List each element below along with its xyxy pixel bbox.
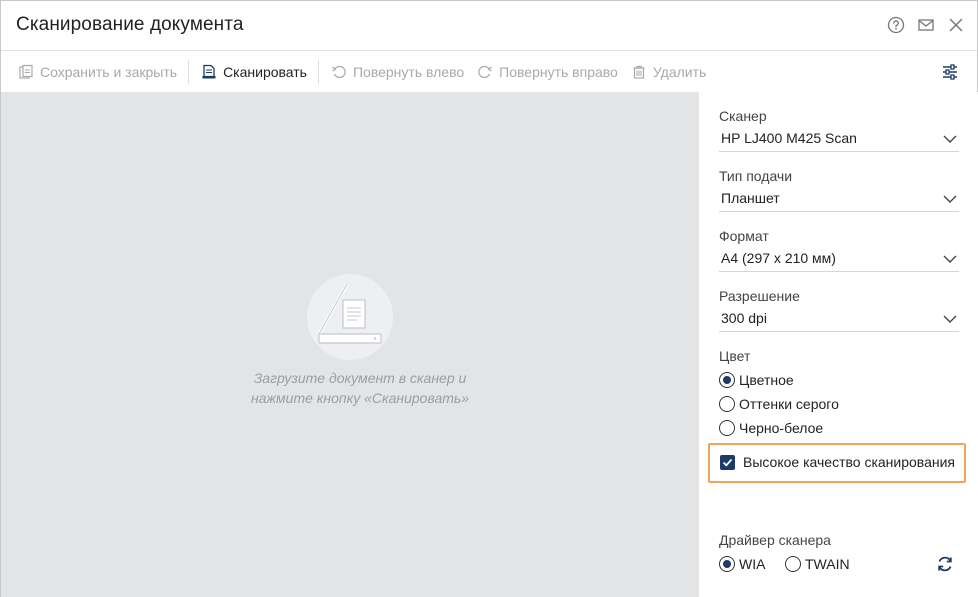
radio-button[interactable] [719,372,735,388]
high-quality-checkbox-row[interactable]: Высокое качество сканирования [720,454,955,470]
rotate-left-button[interactable]: Повернуть влево [324,52,470,92]
chevron-down-icon [943,255,957,263]
feed-type-select[interactable]: Планшет [719,188,959,212]
rotate-right-label: Повернуть вправо [499,64,618,80]
color-radio-bw[interactable]: Черно-белое [719,420,823,436]
save-and-close-label: Сохранить и закрыть [40,64,178,80]
resolution-select[interactable]: 300 dpi [719,308,959,332]
driver-radio-wia[interactable]: WIA [719,556,765,572]
high-quality-checkbox[interactable] [720,454,735,470]
format-field: Формат А4 (297 x 210 мм) [719,228,959,272]
scanner-label: Сканер [719,108,767,124]
save-icon [17,63,35,81]
format-select[interactable]: А4 (297 x 210 мм) [719,248,959,272]
title-actions [887,16,965,34]
high-quality-label: Высокое качество сканирования [743,454,955,470]
scanner-select[interactable]: HP LJ400 M425 Scan [719,128,959,152]
scan-label: Сканировать [223,64,307,80]
radio-button[interactable] [719,420,735,436]
toolbar-divider [317,60,319,84]
close-icon[interactable] [947,16,965,34]
refresh-icon[interactable] [935,554,955,574]
rotate-left-label: Повернуть влево [352,64,465,80]
trash-icon [630,63,648,81]
chevron-down-icon [943,195,957,203]
driver-field: Драйвер сканера [719,532,959,552]
empty-preview-hint: Загрузите документ в сканер и нажмите кн… [250,370,470,406]
rotate-right-icon [476,63,494,81]
resolution-field: Разрешение 300 dpi [719,288,959,332]
resolution-label: Разрешение [719,288,800,304]
scan-preview-area: Загрузите документ в сканер и нажмите кн… [1,92,698,597]
delete-label: Удалить [652,64,707,80]
title-bar: Сканирование документа [1,1,977,51]
delete-button[interactable]: Удалить [624,52,712,92]
rotate-left-icon [330,63,348,81]
scanner-icon [307,274,393,360]
feed-type-label: Тип подачи [719,168,793,184]
driver-label: Драйвер сканера [719,532,831,548]
checkmark-icon [722,458,733,467]
color-label: Цвет [719,348,751,364]
mail-icon[interactable] [917,16,935,34]
scanner-field: Сканер HP LJ400 M425 Scan [719,108,959,152]
scan-dialog: Сканирование документа Сохранить и закры… [0,0,978,597]
chevron-down-icon [943,135,957,143]
color-field: Цвет [719,348,959,368]
rotate-right-button[interactable]: Повернуть вправо [470,52,624,92]
toolbar: Сохранить и закрыть Сканировать Повернут… [1,52,977,92]
scan-button[interactable]: Сканировать [194,52,313,92]
dialog-title: Сканирование документа [16,14,244,35]
driver-radio-twain[interactable]: TWAIN [785,556,850,572]
toolbar-divider [188,60,190,84]
scan-document-icon [200,63,218,81]
scan-settings-panel: Сканер HP LJ400 M425 Scan Тип подачи Пла… [698,92,978,597]
color-radio-color[interactable]: Цветное [719,372,794,388]
color-radio-grayscale[interactable]: Оттенки серого [719,396,839,412]
settings-sliders-icon[interactable] [941,63,959,81]
radio-button[interactable] [719,556,735,572]
chevron-down-icon [943,315,957,323]
format-label: Формат [719,228,769,244]
save-and-close-button[interactable]: Сохранить и закрыть [11,52,183,92]
help-icon[interactable] [887,16,905,34]
radio-button[interactable] [719,396,735,412]
radio-button[interactable] [785,556,801,572]
feed-type-field: Тип подачи Планшет [719,168,959,212]
